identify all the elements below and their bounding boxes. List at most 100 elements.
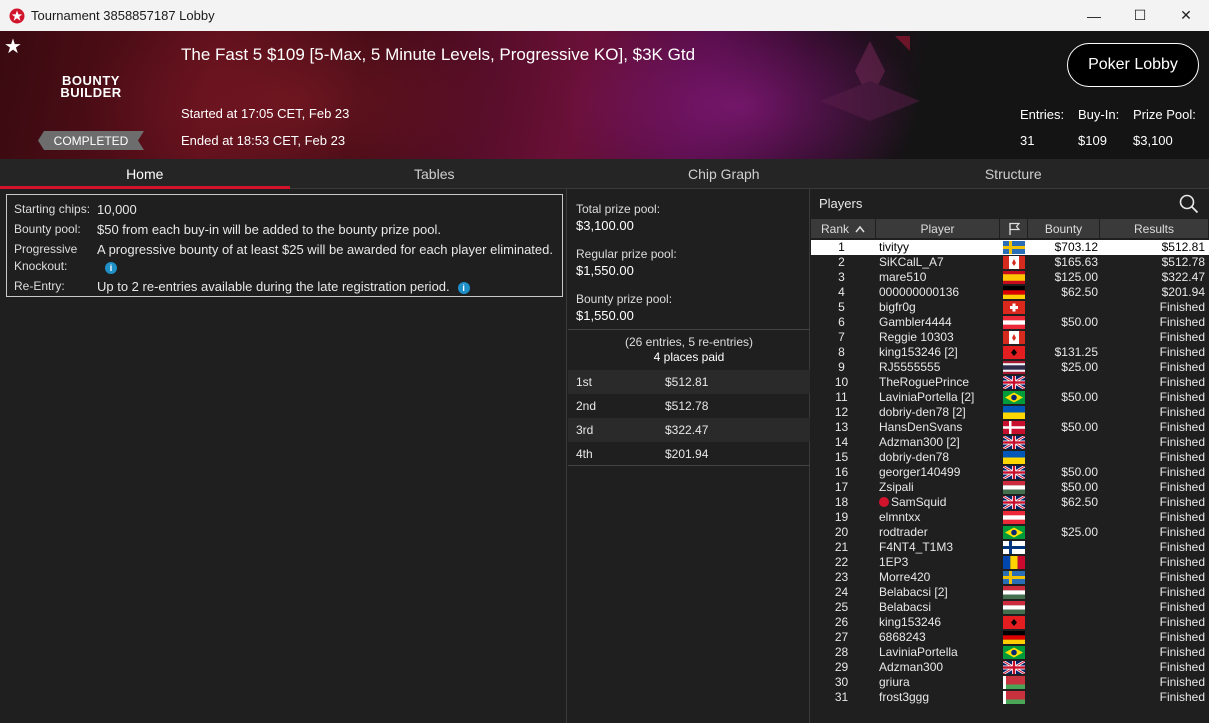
minimize-button[interactable]: — xyxy=(1071,0,1117,31)
bounty-column-header[interactable]: Bounty xyxy=(1028,219,1100,238)
player-row[interactable]: 6 Gambler4444 $50.00 Finished xyxy=(811,315,1209,330)
player-result: Finished xyxy=(1159,660,1205,674)
country-flag-icon xyxy=(1003,496,1025,509)
info-icon[interactable]: i xyxy=(457,281,470,294)
player-row[interactable]: 18 SamSquid $62.50 Finished xyxy=(811,495,1209,510)
player-name: tivityy xyxy=(879,240,999,255)
starting-chips-label: Starting chips: xyxy=(14,202,91,216)
tab-home[interactable]: Home xyxy=(0,159,290,189)
player-result: Finished xyxy=(1159,435,1205,449)
player-bounty: $50.00 xyxy=(1061,480,1098,494)
player-row[interactable]: 24 Belabacsi [2] Finished xyxy=(811,585,1209,600)
player-row[interactable]: 23 Morre420 Finished xyxy=(811,570,1209,585)
player-row[interactable]: 13 HansDenSvans $50.00 Finished xyxy=(811,420,1209,435)
tab-bar: Home Tables Chip Graph Structure xyxy=(0,159,1209,189)
results-column-header[interactable]: Results xyxy=(1100,219,1209,238)
player-result: Finished xyxy=(1159,315,1205,329)
player-result: Finished xyxy=(1159,450,1205,464)
player-row[interactable]: 22 1EP3 Finished xyxy=(811,555,1209,570)
players-heading: Players xyxy=(819,196,863,211)
player-name: HansDenSvans xyxy=(879,420,999,435)
player-row[interactable]: 14 Adzman300 [2] Finished xyxy=(811,435,1209,450)
player-row[interactable]: 10 TheRoguePrince Finished xyxy=(811,375,1209,390)
player-column-header[interactable]: Player xyxy=(876,219,1000,238)
player-row[interactable]: 3 mare510 $125.00 $322.47 xyxy=(811,270,1209,285)
rank-header-label: Rank xyxy=(820,221,849,236)
player-row[interactable]: 2 SiKCalL_A7 $165.63 $512.78 xyxy=(811,255,1209,270)
player-name-text: Zsipali xyxy=(879,480,914,494)
player-row[interactable]: 20 rodtrader $25.00 Finished xyxy=(811,525,1209,540)
player-row[interactable]: 31 frost3ggg Finished xyxy=(811,690,1209,705)
player-rank: 21 xyxy=(834,540,849,554)
info-icon[interactable]: i xyxy=(105,261,117,274)
poker-lobby-button[interactable]: Poker Lobby xyxy=(1067,43,1199,87)
country-flag-icon xyxy=(1003,301,1025,314)
starting-chips-value: 10,000 xyxy=(97,202,137,217)
player-row[interactable]: 17 Zsipali $50.00 Finished xyxy=(811,480,1209,495)
player-row[interactable]: 25 Belabacsi Finished xyxy=(811,600,1209,615)
player-name: rodtrader xyxy=(879,525,999,540)
buyin-label: Buy-In: xyxy=(1078,107,1120,122)
player-rank: 12 xyxy=(834,405,849,419)
player-row[interactable]: 16 georger140499 $50.00 Finished xyxy=(811,465,1209,480)
player-name-text: Morre420 xyxy=(879,570,931,584)
player-rank: 22 xyxy=(834,555,849,569)
window-title: Tournament 3858857187 Lobby xyxy=(31,8,215,23)
player-name: Morre420 xyxy=(879,570,999,585)
player-row[interactable]: 5 bigfr0g Finished xyxy=(811,300,1209,315)
player-rank: 14 xyxy=(834,435,849,449)
player-rank: 18 xyxy=(834,495,849,509)
player-row[interactable]: 12 dobriy-den78 [2] Finished xyxy=(811,405,1209,420)
player-name: F4NT4_T1M3 xyxy=(879,540,999,555)
tab-tables[interactable]: Tables xyxy=(290,159,580,189)
player-name: TheRoguePrince xyxy=(879,375,999,390)
search-icon[interactable] xyxy=(1179,194,1199,214)
rank-column-header[interactable]: Rank xyxy=(811,219,876,238)
player-name-text: frost3ggg xyxy=(879,690,930,704)
payout-amount: $512.81 xyxy=(665,375,709,389)
flag-column-header[interactable] xyxy=(1000,219,1028,238)
player-name-text: bigfr0g xyxy=(879,300,916,314)
country-flag-icon xyxy=(1003,421,1025,434)
player-row[interactable]: 26 king153246 Finished xyxy=(811,615,1209,630)
country-flag-icon xyxy=(1003,271,1025,284)
entries-label: Entries: xyxy=(1020,107,1065,122)
payout-amount: $201.94 xyxy=(665,447,709,461)
player-row[interactable]: 28 LaviniaPortella Finished xyxy=(811,645,1209,660)
prizepool-value: $3,100 xyxy=(1133,133,1173,148)
payout-place: 4th xyxy=(576,447,593,461)
player-rank: 29 xyxy=(834,660,849,674)
player-row[interactable]: 27 6868243 Finished xyxy=(811,630,1209,645)
country-flag-icon xyxy=(1003,256,1025,269)
player-name: Zsipali xyxy=(879,480,999,495)
player-name: Adzman300 xyxy=(879,660,999,675)
player-row[interactable]: 4 000000000136 $62.50 $201.94 xyxy=(811,285,1209,300)
player-row[interactable]: 19 elmntxx Finished xyxy=(811,510,1209,525)
player-result: Finished xyxy=(1159,555,1205,569)
close-button[interactable]: ✕ xyxy=(1163,0,1209,31)
player-result: Finished xyxy=(1159,345,1205,359)
player-row[interactable]: 8 king153246 [2] $131.25 Finished xyxy=(811,345,1209,360)
player-row[interactable]: 21 F4NT4_T1M3 Finished xyxy=(811,540,1209,555)
player-row[interactable]: 7 Reggie 10303 Finished xyxy=(811,330,1209,345)
player-row[interactable]: 9 RJ5555555 $25.00 Finished xyxy=(811,360,1209,375)
tab-chip-graph[interactable]: Chip Graph xyxy=(579,159,869,189)
player-bounty: $25.00 xyxy=(1061,525,1098,539)
country-flag-icon xyxy=(1003,391,1025,404)
player-row[interactable]: 1 tivityy $703.12 $512.81 xyxy=(811,240,1209,255)
player-name-text: LaviniaPortella [2] xyxy=(879,390,975,404)
player-row[interactable]: 30 griura Finished xyxy=(811,675,1209,690)
favorite-star-icon[interactable]: ★ xyxy=(4,34,22,59)
player-row[interactable]: 11 LaviniaPortella [2] $50.00 Finished xyxy=(811,390,1209,405)
player-row[interactable]: 15 dobriy-den78 Finished xyxy=(811,450,1209,465)
player-row[interactable]: 29 Adzman300 Finished xyxy=(811,660,1209,675)
player-result: Finished xyxy=(1159,330,1205,344)
tournament-title: The Fast 5 $109 [5-Max, 5 Minute Levels,… xyxy=(181,45,696,64)
player-name-text: dobriy-den78 [2] xyxy=(879,405,966,419)
tab-structure[interactable]: Structure xyxy=(869,159,1159,189)
player-result: Finished xyxy=(1159,510,1205,524)
player-result: Finished xyxy=(1159,585,1205,599)
player-name: dobriy-den78 xyxy=(879,450,999,465)
pko-label: Progressive Knockout: xyxy=(14,242,78,273)
maximize-button[interactable]: ☐ xyxy=(1117,0,1163,31)
